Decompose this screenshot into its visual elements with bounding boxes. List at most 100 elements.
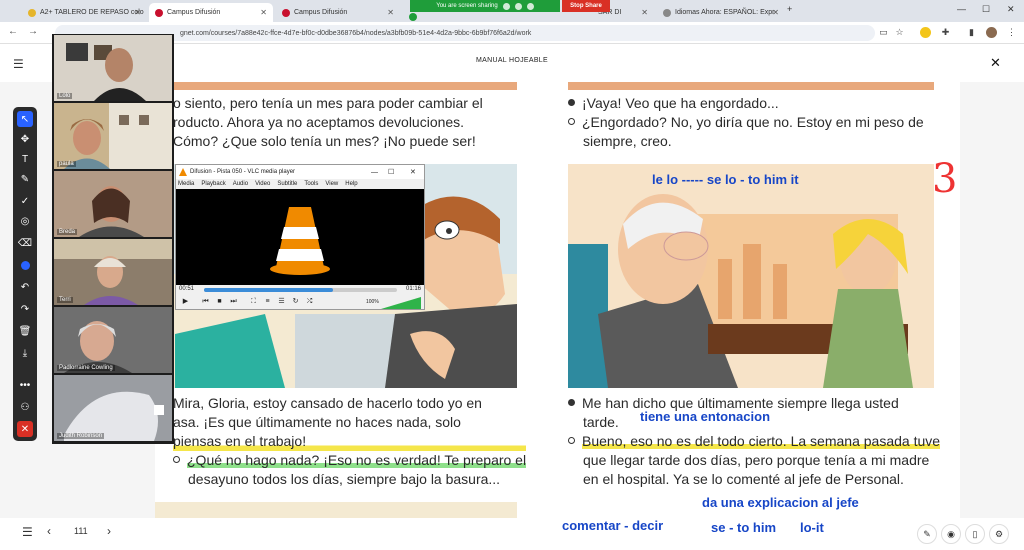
move-icon[interactable]: ✥ xyxy=(17,131,33,147)
menu-playback[interactable]: Playback xyxy=(201,181,225,187)
select-pointer-icon[interactable]: ↖ xyxy=(17,111,33,127)
sidebar-icon[interactable]: ▮ xyxy=(966,27,977,38)
shuffle-icon[interactable]: ⤮ xyxy=(304,297,315,307)
more-icon[interactable] xyxy=(526,2,534,10)
close-icon[interactable]: ✕ xyxy=(641,8,648,17)
sharing-text: You are screen sharing xyxy=(436,3,498,9)
redo-icon[interactable]: ↷ xyxy=(17,301,33,317)
tab-favicon xyxy=(28,8,36,17)
forward-icon[interactable]: → xyxy=(28,26,38,37)
menu-dots-icon[interactable]: ⋮ xyxy=(1006,27,1017,38)
fullscreen-icon[interactable]: ⛶ xyxy=(248,297,259,307)
extension-icon[interactable] xyxy=(920,27,931,38)
trash-icon[interactable]: 🗑 xyxy=(17,323,33,339)
playlist-icon[interactable]: ☰ xyxy=(276,297,287,307)
puzzle-icon[interactable]: ✚ xyxy=(940,27,951,38)
tab-2[interactable]: Campus Difusión ✕ xyxy=(149,3,273,22)
minimize-icon[interactable]: — xyxy=(957,4,966,14)
maximize-icon[interactable]: ☐ xyxy=(982,4,990,15)
close-icon[interactable]: ✕ xyxy=(772,8,779,17)
stop-icon[interactable]: ■ xyxy=(214,297,225,307)
stop-share-label: Stop Share xyxy=(570,3,602,9)
download-icon[interactable]: ⤓ xyxy=(17,345,33,361)
maximize-icon[interactable]: ☐ xyxy=(388,168,394,176)
tab-6[interactable]: Idiomas Ahora: ESPAÑOL: Expr ✕ xyxy=(657,3,785,22)
close-icon[interactable]: ✕ xyxy=(990,55,1001,71)
spotlight-icon[interactable]: ◎ xyxy=(17,213,33,229)
tab-favicon xyxy=(155,8,163,17)
menu-view[interactable]: View xyxy=(325,181,338,187)
close-icon[interactable]: ✕ xyxy=(387,8,394,17)
vlc-video-area[interactable] xyxy=(176,189,424,285)
tab-3[interactable]: Campus Difusión ✕ xyxy=(276,3,400,22)
checkmark-icon[interactable]: ✓ xyxy=(17,193,33,209)
text-line: o siento, pero tenía un mes para poder c… xyxy=(173,95,483,111)
eye-icon[interactable]: ◉ xyxy=(941,524,961,544)
menu-media[interactable]: Media xyxy=(178,181,194,187)
close-toolbar-icon[interactable]: ✕ xyxy=(17,421,33,437)
participant-video[interactable]: Padlorraine Cowling xyxy=(54,307,172,373)
menu-tools[interactable]: Tools xyxy=(304,181,318,187)
close-icon[interactable]: ✕ xyxy=(410,168,416,176)
url-field[interactable]: gnet.com/courses/7a88e42c-ffce-4d7e-bf0c… xyxy=(55,25,875,41)
bookmark-star-icon[interactable]: ☆ xyxy=(894,27,905,38)
seek-bar[interactable] xyxy=(204,288,397,292)
pause-icon[interactable] xyxy=(502,2,510,10)
loop-icon[interactable]: ↻ xyxy=(290,297,301,307)
participant-name: Breda xyxy=(57,229,78,235)
close-window-icon[interactable]: ✕ xyxy=(1007,4,1015,15)
back-icon[interactable]: ← xyxy=(8,26,18,37)
participant-video[interactable]: Judith Robinson xyxy=(54,375,172,441)
stop-share-button[interactable]: Stop Share xyxy=(562,0,610,12)
annotation-se-to-him: se - to him xyxy=(711,520,777,535)
more-icon[interactable]: ••• xyxy=(17,377,33,393)
previous-icon[interactable]: ⏮ xyxy=(200,297,211,307)
undo-icon[interactable]: ↶ xyxy=(17,279,33,295)
next-page-icon[interactable]: › xyxy=(107,524,111,538)
annotate-icon[interactable]: ✎ xyxy=(917,524,937,544)
next-icon[interactable]: ⏭ xyxy=(228,297,239,307)
tab-title: Campus Difusión xyxy=(294,9,348,16)
menu-video[interactable]: Video xyxy=(255,181,270,187)
new-tab-button[interactable]: + xyxy=(787,4,792,14)
avatar[interactable] xyxy=(986,27,997,38)
participant-name: Judith Robinson xyxy=(57,433,105,439)
url-text: gnet.com/courses/7a88e42c-ffce-4d7e-bf0c… xyxy=(180,29,532,37)
play-icon[interactable]: ▶ xyxy=(180,297,191,307)
page-list-icon[interactable]: ☰ xyxy=(22,525,33,539)
text-line: Cómo? ¿Que solo tenía un mes? ¡No puede … xyxy=(173,133,476,149)
menu-help[interactable]: Help xyxy=(345,181,357,187)
close-icon[interactable]: ✕ xyxy=(134,8,141,17)
text-tool-icon[interactable]: T xyxy=(17,151,33,167)
annotation-number-3: 3 xyxy=(932,156,958,202)
settings-icon[interactable]: ⚙ xyxy=(989,524,1009,544)
vlc-logo xyxy=(270,207,330,275)
page-number[interactable]: 111 xyxy=(74,526,88,536)
reader-footer: ☰ ‹ 111 › comentar - decir se - to him l… xyxy=(0,518,1024,550)
menu-audio[interactable]: Audio xyxy=(233,181,248,187)
bullet xyxy=(568,436,575,444)
minimize-icon[interactable]: — xyxy=(371,169,378,176)
prev-page-icon[interactable]: ‹ xyxy=(47,524,51,538)
pen-icon[interactable]: ✎ xyxy=(17,171,33,187)
participant-video[interactable]: Terri xyxy=(54,239,172,305)
close-icon[interactable]: ✕ xyxy=(260,8,267,17)
participants-icon[interactable]: ⚇ xyxy=(17,399,33,415)
eraser-icon[interactable]: ⌫ xyxy=(17,235,33,251)
participant-name: Padlorraine Cowling xyxy=(57,365,115,371)
cast-icon[interactable]: ▭ xyxy=(878,27,889,38)
participant-video[interactable]: paula xyxy=(54,103,172,169)
color-picker-icon[interactable] xyxy=(17,257,33,273)
extended-settings-icon[interactable]: ≡ xyxy=(262,297,273,307)
right-page: ¡Vaya! Veo que ha engordado... ¿Engordad… xyxy=(550,82,960,518)
participant-video[interactable]: Breda xyxy=(54,171,172,237)
menu-subtitle[interactable]: Subtitle xyxy=(277,181,297,187)
video-frame xyxy=(64,103,172,169)
tab-4[interactable] xyxy=(403,12,527,22)
text-line: roducto. Ahora ya no aceptamos devolucio… xyxy=(173,114,465,130)
bookmark-icon[interactable]: ▯ xyxy=(965,524,985,544)
participant-video[interactable]: Lolo xyxy=(54,35,172,101)
chat-icon[interactable] xyxy=(514,2,522,10)
tab-1[interactable]: A2+ TABLERO DE REPASO colo ✕ xyxy=(22,3,147,22)
volume-slider[interactable] xyxy=(381,297,421,309)
